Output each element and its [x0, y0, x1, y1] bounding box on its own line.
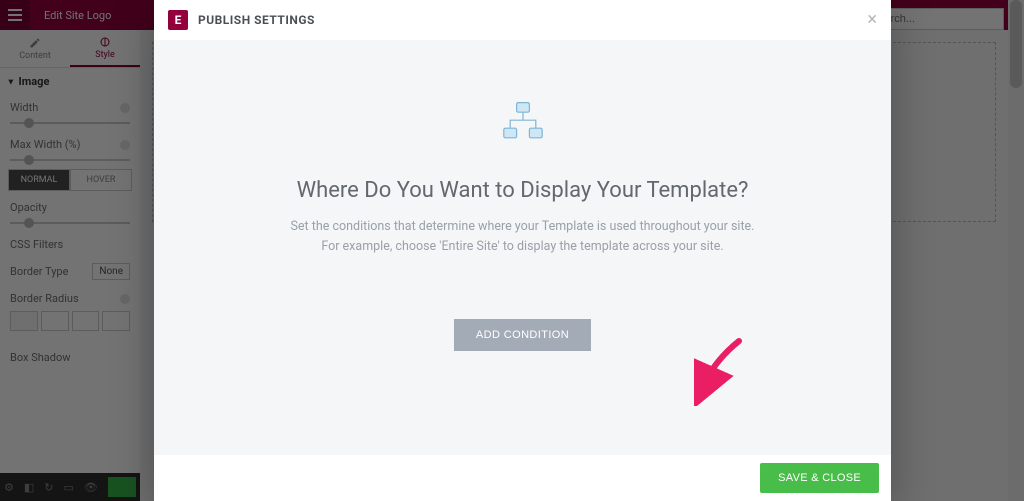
annotation-arrow-icon — [694, 336, 754, 406]
modal-body: Where Do You Want to Display Your Templa… — [154, 40, 891, 455]
modal-subtext: Set the conditions that determine where … — [291, 217, 755, 257]
modal-subtext-line1: Set the conditions that determine where … — [291, 217, 755, 237]
sitemap-icon — [499, 100, 547, 146]
modal-subtext-line2: For example, choose 'Entire Site' to dis… — [291, 237, 755, 257]
save-close-button[interactable]: SAVE & CLOSE — [760, 463, 879, 493]
modal-footer: SAVE & CLOSE — [154, 455, 891, 501]
modal-title: PUBLISH SETTINGS — [198, 13, 315, 27]
modal-headline: Where Do You Want to Display Your Templa… — [297, 178, 749, 203]
close-icon[interactable]: × — [867, 11, 877, 29]
add-condition-button[interactable]: ADD CONDITION — [454, 319, 591, 351]
modal-header: E PUBLISH SETTINGS × — [154, 0, 891, 40]
publish-settings-modal: E PUBLISH SETTINGS × Where Do You Want t… — [154, 0, 891, 501]
elementor-logo-icon: E — [168, 10, 188, 30]
